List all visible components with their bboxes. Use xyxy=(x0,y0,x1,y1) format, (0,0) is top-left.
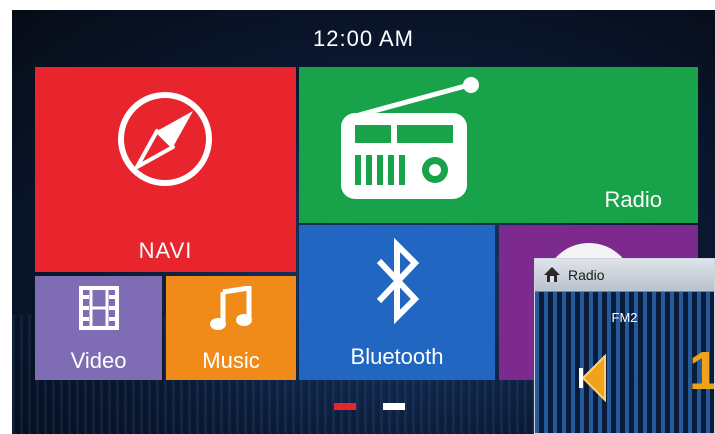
compass-icon xyxy=(118,92,212,186)
popup-header: Radio xyxy=(535,259,714,292)
video-label: Video xyxy=(70,348,127,373)
bluetooth-label: Bluetooth xyxy=(350,344,444,369)
music-tile[interactable]: Music xyxy=(166,276,296,380)
clock: 12:00 AM xyxy=(313,26,414,51)
radio-label: Radio xyxy=(604,187,662,212)
radio-icon xyxy=(341,77,479,199)
music-note-icon xyxy=(210,286,252,330)
home-icon[interactable] xyxy=(543,266,561,283)
page-dot-active[interactable] xyxy=(334,403,356,410)
frequency-display: 1 xyxy=(689,344,714,398)
bluetooth-icon xyxy=(376,237,420,325)
video-tile[interactable]: Video xyxy=(35,276,162,380)
navi-tile[interactable]: NAVI xyxy=(35,67,296,272)
prev-arrow-icon[interactable] xyxy=(579,354,609,402)
film-icon xyxy=(79,286,119,330)
band-label: FM2 xyxy=(611,310,638,325)
popup-body: FM2 1 xyxy=(535,292,714,433)
navi-label: NAVI xyxy=(138,238,193,263)
radio-popup: Radio FM2 1 xyxy=(534,258,715,434)
page-dot[interactable] xyxy=(383,403,405,410)
radio-tile[interactable]: Radio xyxy=(299,67,698,223)
bluetooth-tile[interactable]: Bluetooth xyxy=(299,225,495,380)
music-label: Music xyxy=(202,348,260,373)
popup-title: Radio xyxy=(568,267,605,283)
